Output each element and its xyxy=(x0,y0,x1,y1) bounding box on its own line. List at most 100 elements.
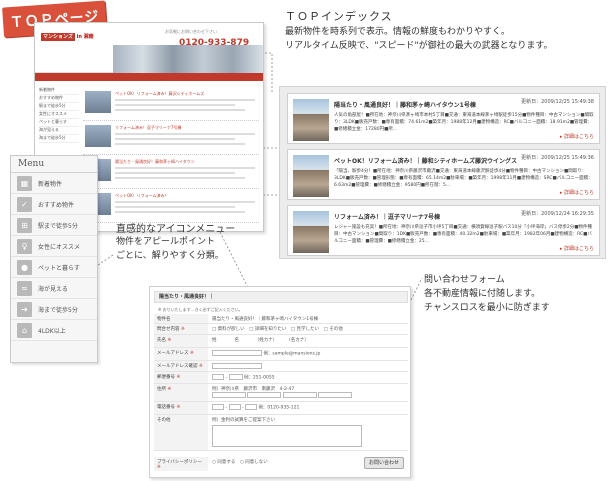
form-row-email-confirm: メールアドレス確認 ※ xyxy=(154,361,408,372)
menu-item-women[interactable]: ♀ 女性にオススメ xyxy=(11,236,97,257)
property-card[interactable]: 更新日：2009/12/25 15:49:36 ペットOK！リフォーム済み！｜藤… xyxy=(287,149,600,200)
site-nav-bar xyxy=(35,73,263,81)
other-textarea[interactable]: 例）金利の試算をご提案下さい xyxy=(212,417,406,447)
property-title[interactable]: リフォーム済み！｜逗子マリーナ7号棟 xyxy=(334,212,440,221)
form-header: 陽当たり・風通良好！｜ xyxy=(154,291,408,303)
menu-item-label: 海が見える xyxy=(38,285,68,293)
walk-icon: ➜ xyxy=(17,301,32,317)
train-icon: ⊞ xyxy=(17,217,32,233)
property-photo[interactable] xyxy=(293,211,329,253)
phone-field[interactable]: - - 例：0120-935-121 xyxy=(212,404,406,411)
listing-thumbnail xyxy=(85,91,111,113)
site-listing-row[interactable]: 陽当たり・風通良好！藤和茅ヶ崎ハイタウン xyxy=(83,155,259,189)
top-index-panel: 更新日：2009/12/25 15:49:38 陽当たり・風通良好！｜藤和茅ヶ崎… xyxy=(279,86,606,259)
name-fields[interactable]: 姓 名 （姓カナ） （名カナ） xyxy=(212,337,406,343)
property-description: 人気の角部屋！■所在地：神奈川県茅ヶ崎市本村5丁目■交通：東海道本線茅ヶ崎駅徒歩… xyxy=(334,113,594,132)
listing-title[interactable]: 陽当たり・風通良好！藤和茅ヶ崎ハイタウン xyxy=(115,159,195,165)
arrow-icon: ▸ xyxy=(559,246,563,252)
site-listing-row[interactable]: リフォーム済み！逗子マリーナ7号棟 xyxy=(83,121,259,155)
contact-form: 陽当たり・風通良好！｜ ※ おりいたします…きく必ずご記入ください。 物件名 陽… xyxy=(149,286,411,478)
icon-menu-description: 物件をアピールポイント ごとに、解りやすく分類。 xyxy=(116,237,224,261)
listing-title[interactable]: ペットOK！リフォーム済み！藤沢シティホームズ xyxy=(115,91,204,97)
menu-item-label: ペットと暮らす xyxy=(38,264,80,272)
phone-caption: お気軽にお問い合わせ下さい xyxy=(165,29,217,34)
woman-icon: ♀ xyxy=(17,238,32,254)
form-row-inquiry: 問合せ内容 ※ □ 資料が欲しい □ 詳細を知りたい □ 見学したい □ その他 xyxy=(154,324,408,335)
menu-item-recommended[interactable]: ✓ おすすめ物件 xyxy=(11,194,97,215)
menu-item-sea-walk[interactable]: ➜ 海まで徒歩5分 xyxy=(11,299,97,320)
field-label: 問合せ内容 ※ xyxy=(154,324,208,334)
site-header: マンションズ in 湘南 お気軽にお問い合わせ下さい 0120-933-879 xyxy=(35,23,263,73)
menu-item-label: 新着物件 xyxy=(38,180,63,188)
property-title[interactable]: ペットOK！リフォーム済み！｜藤和シティホームズ藤沢ウイングス xyxy=(334,156,517,165)
menu-item-station[interactable]: ⊞ 駅まで徒歩5分 xyxy=(11,215,97,236)
menu-item-label: 駅まで徒歩5分 xyxy=(38,222,78,230)
form-row-property: 物件名 陽当たり・風通良好！｜藤和茅ヶ崎ハイタウン1号棟 xyxy=(154,314,408,324)
property-card[interactable]: 更新日：2009/12/25 15:49:38 陽当たり・風通良好！｜藤和茅ヶ崎… xyxy=(287,93,600,144)
site-listing-row[interactable]: ペットOK！リフォーム済み！ xyxy=(83,189,259,223)
menu-item-new[interactable]: ▦ 新着物件 xyxy=(11,173,97,194)
menu-heading: Menu xyxy=(11,156,97,173)
site-logo: マンションズ in 湘南 xyxy=(41,33,94,41)
form-row-address: 住所 ※ 例）神奈川県 藤沢市 南藤沢 4-2-47 xyxy=(154,384,408,402)
top-index-title: ＴＯＰインデックス xyxy=(285,10,393,23)
form-row-email: メールアドレス ※ 例：sample@mansions.jp xyxy=(154,348,408,361)
header-banner-image xyxy=(113,45,263,73)
field-label: その他 xyxy=(154,415,208,450)
form-row-zip: 郵便番号 ※ - 例：251-0055 xyxy=(154,372,408,384)
site-sidebar-item[interactable]: 女性にオススメ xyxy=(39,111,79,119)
menu-item-label: 海まで徒歩5分 xyxy=(38,306,78,314)
top-index-description: 最新物件を時系列で表示。情報の鮮度もわかりやすく。 リアルタイム反映で、"スピー… xyxy=(285,27,553,51)
site-sidebar-item[interactable]: 海が見える xyxy=(39,127,79,135)
details-link[interactable]: ▸ 詳細はこちら xyxy=(560,189,594,196)
site-sidebar: 新着物件 おすすめ物件 駅まで徒歩5分 女性にオススメ ペットと暮らす 海が見え… xyxy=(39,87,79,143)
contact-form-description: 各不動産情報に付随します。 チャンスロスを最小に防ぎます xyxy=(424,289,550,313)
details-link[interactable]: ▸ 詳細はこちら xyxy=(560,245,594,252)
address-fields[interactable]: 例）神奈川県 藤沢市 南藤沢 4-2-47 xyxy=(212,386,406,399)
site-listing: ペットOK！リフォーム済み！藤沢シティホームズ リフォーム済み！逗子マリーナ7号… xyxy=(83,87,259,223)
zip-field[interactable]: - 例：251-0055 xyxy=(212,374,406,381)
arrow-icon: ▸ xyxy=(559,134,563,140)
site-sidebar-item[interactable]: おすすめ物件 xyxy=(39,95,79,103)
details-link[interactable]: ▸ 詳細はこちら xyxy=(560,133,594,140)
property-description: 「陽当、駅歩4分！■所在地：神奈川県藤沢市藤沢■交通：東海道本線藤沢駅徒歩4分■… xyxy=(334,169,593,188)
menu-item-sea-view[interactable]: ≈ 海が見える xyxy=(11,278,97,299)
sea-icon: ≈ xyxy=(17,280,32,296)
menu-item-label: 女性にオススメ xyxy=(38,243,81,251)
field-label: 電話番号 ※ xyxy=(154,402,208,414)
field-label: プライバシーポリシー ※ xyxy=(154,457,208,471)
listing-title[interactable]: ペットOK！リフォーム済み！ xyxy=(115,193,169,199)
site-listing-row[interactable]: ペットOK！リフォーム済み！藤沢シティホームズ xyxy=(83,87,259,121)
updated-date: 更新日：2009/12/25 15:49:38 xyxy=(521,99,594,105)
floorplan-icon: ⌂ xyxy=(17,322,32,338)
menu-item-4ldk[interactable]: ⌂ 4LDK以上 xyxy=(11,320,97,341)
thumbs-up-icon: ✓ xyxy=(17,196,32,212)
listing-title[interactable]: リフォーム済み！逗子マリーナ7号棟 xyxy=(115,125,181,131)
property-photo[interactable] xyxy=(293,99,329,141)
email-confirm-field[interactable] xyxy=(212,363,406,370)
field-label: 郵便番号 ※ xyxy=(154,372,208,383)
contact-form-title: 問い合わせフォーム xyxy=(424,275,505,285)
arrow-icon: ▸ xyxy=(559,190,563,196)
inquiry-checkboxes[interactable]: □ 資料が欲しい □ 詳細を知りたい □ 見学したい □ その他 xyxy=(212,326,406,332)
form-note: ※ おりいたします…きく必ずご記入ください。 xyxy=(158,307,243,312)
site-sidebar-item[interactable]: ペットと暮らす xyxy=(39,119,79,127)
site-sidebar-item[interactable]: 新着物件 xyxy=(39,87,79,95)
field-label: メールアドレス ※ xyxy=(154,348,208,360)
form-row-other: その他 例）金利の試算をご提案下さい xyxy=(154,415,408,451)
submit-inquiry-button[interactable]: お問い合わせ xyxy=(364,457,404,469)
menu-item-pet[interactable]: ● ペットと暮らす xyxy=(11,257,97,278)
property-title[interactable]: 陽当たり・風通良好！｜藤和茅ヶ崎ハイタウン1号棟 xyxy=(334,100,476,109)
site-sidebar-item[interactable]: 海まで徒歩5分 xyxy=(39,135,79,143)
email-field[interactable]: 例：sample@mansions.jp xyxy=(212,350,406,357)
icon-menu-title: 直感的なアイコンメニュー xyxy=(116,224,236,235)
property-description: レジャー施設も充実！■所在地：神奈川県逗子市小坪5丁目■交通：横須賀線逗子駅バス… xyxy=(334,225,592,244)
building-icon: ▦ xyxy=(17,175,32,191)
icon-menu: Menu ▦ 新着物件 ✓ おすすめ物件 ⊞ 駅まで徒歩5分 ♀ 女性にオススメ ● ペッ… xyxy=(10,155,98,363)
property-name-value: 陽当たり・風通良好！｜藤和茅ヶ崎ハイタウン1号棟 xyxy=(212,317,319,322)
property-card[interactable]: 更新日：2009/12/24 16:29:35 リフォーム済み！｜逗子マリーナ7… xyxy=(287,205,600,256)
site-sidebar-item[interactable]: 駅まで徒歩5分 xyxy=(39,103,79,111)
listing-thumbnail xyxy=(85,125,111,147)
updated-date: 更新日：2009/12/24 16:29:35 xyxy=(521,211,594,217)
property-photo[interactable] xyxy=(293,155,329,197)
